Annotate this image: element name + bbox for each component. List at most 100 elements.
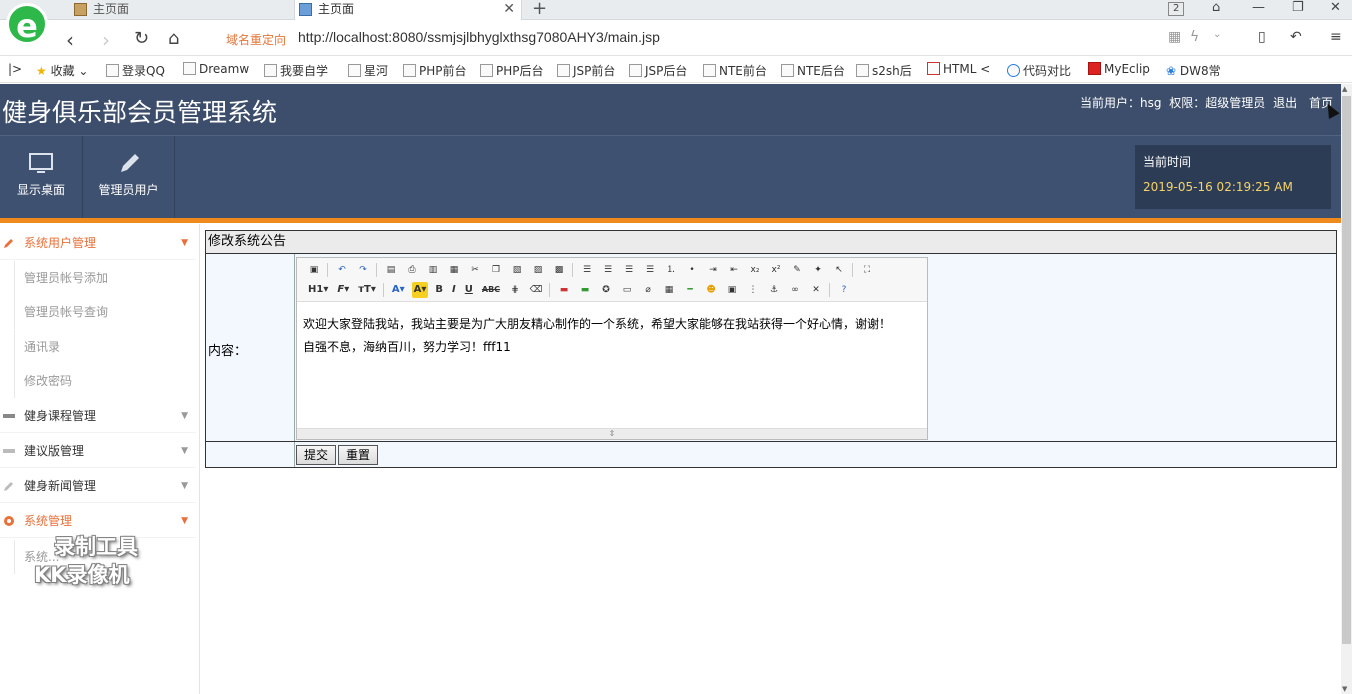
bookmark-item[interactable]: PHP前台 xyxy=(403,62,467,79)
underline-icon[interactable]: U xyxy=(463,282,475,298)
bookmark-item[interactable]: 星河 xyxy=(348,62,388,79)
browser-tab-active[interactable]: 主页面 ✕ xyxy=(294,0,522,20)
scrollbar-thumb[interactable] xyxy=(1342,96,1351,644)
url-input[interactable]: http://localhost:8080/ssmjsjlbhyglxthsg7… xyxy=(298,29,660,45)
cut-icon[interactable]: ✂ xyxy=(467,262,483,278)
bookmark-item[interactable]: 代码对比 xyxy=(1007,62,1071,79)
sidebar-group-courses[interactable]: 健身课程管理 ▼ xyxy=(0,399,196,433)
back-icon[interactable]: ‹ xyxy=(66,28,74,52)
clear-format-icon[interactable]: ✎ xyxy=(789,262,805,278)
bookmark-item[interactable]: ★ 收藏 ⌄ xyxy=(36,62,88,79)
media-icon[interactable]: ▭ xyxy=(619,282,635,298)
close-tab-icon[interactable]: ✕ xyxy=(503,0,515,18)
font-color-icon[interactable]: A▾ xyxy=(390,282,407,298)
paste-text-icon[interactable]: ▨ xyxy=(530,262,546,278)
code-icon[interactable]: ▦ xyxy=(446,262,462,278)
restore-icon[interactable]: ❐ xyxy=(1292,0,1304,15)
bookmark-item[interactable]: 登录QQ xyxy=(106,62,165,79)
font-family-icon[interactable]: F▾ xyxy=(335,282,351,298)
undo-icon[interactable]: ↶ xyxy=(334,262,350,278)
vertical-scrollbar[interactable]: ▲ ▼ xyxy=(1341,84,1352,694)
sidebar-group-system-users[interactable]: 系统用户管理 ▼ xyxy=(0,226,196,260)
sidebar-item-contacts[interactable]: 通讯录 xyxy=(0,330,196,364)
undo-icon[interactable]: ↶ xyxy=(1290,29,1302,45)
heading-icon[interactable]: H1▾ xyxy=(306,282,330,298)
justify-icon[interactable]: ☰ xyxy=(642,262,658,278)
print-icon[interactable]: ⎙ xyxy=(404,262,420,278)
sidebar-item-admin-query[interactable]: 管理员帐号查询 xyxy=(0,295,196,329)
fullscreen-icon[interactable]: ⛶ xyxy=(859,262,875,278)
browser-logo-icon[interactable]: e xyxy=(6,3,48,45)
logout-link[interactable]: 退出 xyxy=(1273,96,1297,110)
lightning-icon[interactable]: ϟ xyxy=(1190,29,1199,45)
show-desktop-button[interactable]: 显示桌面 xyxy=(0,136,83,219)
align-left-icon[interactable]: ☰ xyxy=(579,262,595,278)
browser-tab[interactable]: 主页面 xyxy=(70,0,292,20)
bookmark-item[interactable]: ❀ DW8常 xyxy=(1166,62,1221,79)
template-icon[interactable]: ▥ xyxy=(425,262,441,278)
scroll-up-icon[interactable]: ▲ xyxy=(1342,85,1347,93)
bookmark-item[interactable]: JSP后台 xyxy=(629,62,687,79)
help-icon[interactable]: ? xyxy=(836,282,852,298)
chevron-down-icon[interactable]: ⌄ xyxy=(1213,29,1221,40)
sidebar-group-suggestions[interactable]: 建议版管理 ▼ xyxy=(0,434,196,468)
sidebar-group-news[interactable]: 健身新闻管理 ▼ xyxy=(0,469,196,503)
preview-icon[interactable]: ▤ xyxy=(383,262,399,278)
minimize-icon[interactable]: — xyxy=(1252,0,1265,15)
forward-icon[interactable]: › xyxy=(102,28,110,52)
paste-word-icon[interactable]: ▩ xyxy=(551,262,567,278)
highlight-icon[interactable]: A▾ xyxy=(411,282,429,298)
close-window-icon[interactable]: ✕ xyxy=(1330,0,1341,15)
editor-resize-handle[interactable]: ⇕ xyxy=(297,428,927,439)
bookmark-item[interactable]: 我要自学 xyxy=(264,62,328,79)
line-height-icon[interactable]: ⋕ xyxy=(507,282,523,298)
attachment-icon[interactable]: ⌀ xyxy=(640,282,656,298)
sidebar-item-change-password[interactable]: 修改密码 xyxy=(0,364,196,398)
grid-icon[interactable]: ▦ xyxy=(1168,29,1181,45)
shirt-icon[interactable]: ⌂ xyxy=(1212,0,1220,15)
bookmark-item[interactable]: s2sh后 xyxy=(856,62,912,79)
font-size-icon[interactable]: тT▾ xyxy=(356,282,378,298)
pagebreak-icon[interactable]: ⋮ xyxy=(745,282,761,298)
indent-icon[interactable]: ⇥ xyxy=(705,262,721,278)
pointer-icon[interactable]: ↖ xyxy=(831,262,847,278)
bullet-list-icon[interactable]: • xyxy=(684,262,700,278)
admin-users-button[interactable]: 管理员用户 xyxy=(83,136,175,219)
scroll-down-icon[interactable]: ▼ xyxy=(1342,685,1347,693)
sidebar-item-admin-add[interactable]: 管理员帐号添加 xyxy=(0,261,196,295)
bookmark-item[interactable]: JSP前台 xyxy=(557,62,615,79)
tab-count-badge[interactable]: 2 xyxy=(1168,2,1185,16)
editor-content[interactable]: 欢迎大家登陆我站，我站主要是为广大朋友精心制作的一个系统，希望大家能够在我站获得… xyxy=(303,313,891,359)
map-icon[interactable]: ▣ xyxy=(724,282,740,298)
sidebar-toggle-icon[interactable]: |> xyxy=(8,62,22,76)
flash-icon[interactable]: ✪ xyxy=(598,282,614,298)
subscript-icon[interactable]: x₂ xyxy=(747,262,763,278)
home-icon[interactable]: ⌂ xyxy=(168,28,179,49)
outdent-icon[interactable]: ⇤ xyxy=(726,262,742,278)
strikethrough-icon[interactable]: ABC xyxy=(480,282,502,298)
select-all-icon[interactable]: ✦ xyxy=(810,262,826,278)
superscript-icon[interactable]: x² xyxy=(768,262,784,278)
align-right-icon[interactable]: ☰ xyxy=(621,262,637,278)
unlink-icon[interactable]: ✕ xyxy=(808,282,824,298)
anchor-icon[interactable]: ⚓ xyxy=(766,282,782,298)
bookmark-item[interactable]: NTE前台 xyxy=(703,62,767,79)
rich-text-editor[interactable]: ▣ ↶ ↷ ▤ ⎙ ▥ ▦ ✂ ❐ ▧ ▨ ▩ ☰ ☰ ☰ ☰ ⒈ • ⇥ ⇤ x₂ x² ✎ ✦ ↖ ⛶ H1▾ F▾ тT▾ A▾ A… xyxy=(296,257,928,440)
eraser-icon[interactable]: ⌫ xyxy=(528,282,544,298)
table-icon[interactable]: ▦ xyxy=(661,282,677,298)
align-center-icon[interactable]: ☰ xyxy=(600,262,616,278)
bookmark-item[interactable]: PHP后台 xyxy=(480,62,544,79)
hr-icon[interactable]: ━ xyxy=(682,282,698,298)
menu-icon[interactable]: ≡ xyxy=(1330,29,1342,45)
submit-button[interactable]: 提交 xyxy=(296,445,337,465)
image-icon[interactable]: ▬ xyxy=(556,282,572,298)
bookmark-item[interactable]: NTE后台 xyxy=(781,62,845,79)
numbered-list-icon[interactable]: ⒈ xyxy=(663,262,679,278)
bookmark-item[interactable]: HTML < xyxy=(927,62,990,76)
reset-button[interactable]: 重置 xyxy=(338,445,379,465)
source-icon[interactable]: ▣ xyxy=(306,262,322,278)
copy-icon[interactable]: ❐ xyxy=(488,262,504,278)
new-tab-icon[interactable]: + xyxy=(532,0,547,19)
paste-icon[interactable]: ▧ xyxy=(509,262,525,278)
redo-icon[interactable]: ↷ xyxy=(355,262,371,278)
